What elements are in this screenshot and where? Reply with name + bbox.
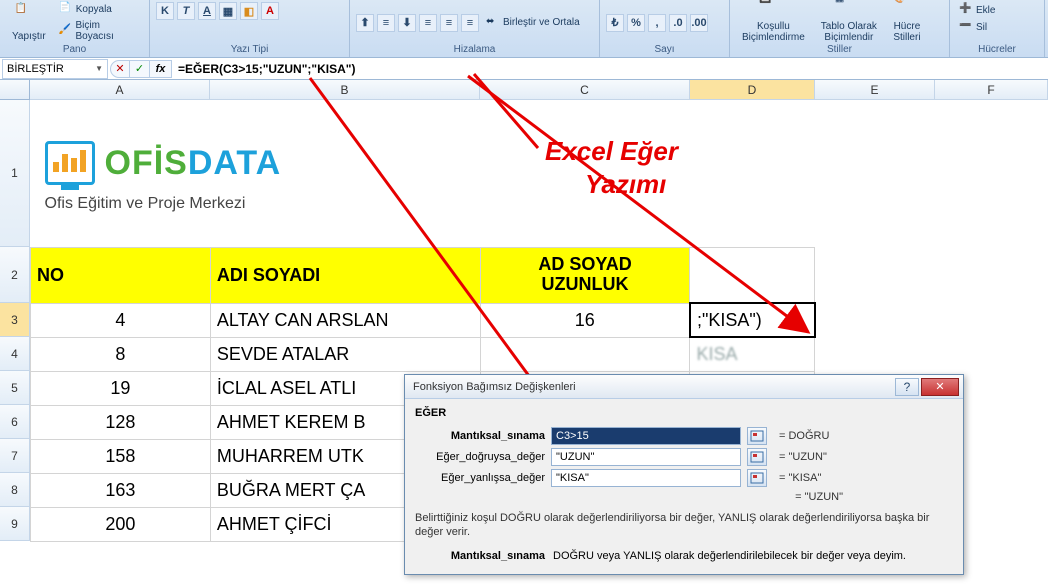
align-mid-button[interactable]: ≡ — [377, 14, 395, 32]
row-header-1[interactable]: 1 — [0, 100, 30, 247]
formula-bar: BİRLEŞTİR▼ ✕ ✓ fx =EĞER(C3>15;"UZUN";"KI… — [0, 58, 1048, 80]
logo-subtitle: Ofis Eğitim ve Proje Merkezi — [45, 195, 475, 213]
arg3-input[interactable] — [551, 469, 741, 487]
row-header-5[interactable]: 5 — [0, 371, 30, 405]
conditional-formatting-button[interactable]: 🔲Koşullu Biçimlendirme — [736, 0, 811, 43]
logo-cell: OFİSDATA Ofis Eğitim ve Proje Merkezi — [31, 100, 481, 247]
copy-button[interactable]: 📄Kopyala — [56, 1, 143, 17]
italic-button[interactable]: T — [177, 2, 195, 20]
row-header-3[interactable]: 3 — [0, 303, 30, 337]
group-label-cells: Hücreler — [954, 43, 1040, 57]
table-row: 8 SEVDE ATALAR KISA — [31, 337, 1048, 371]
row-header-2[interactable]: 2 — [0, 247, 30, 303]
argument-help: Mantıksal_sınama DOĞRU veya YANLIŞ olara… — [415, 550, 953, 562]
function-name: EĞER — [415, 407, 953, 419]
font-color-button[interactable]: A — [261, 2, 279, 20]
group-label-styles: Stiller — [734, 43, 945, 57]
percent-button[interactable]: % — [627, 14, 645, 32]
arg3-label: Eğer_yanlışsa_değer — [415, 472, 545, 484]
insert-cells-button[interactable]: ➕Ekle — [956, 2, 998, 18]
merge-icon: ⬌ — [486, 16, 500, 30]
border-button[interactable]: ▦ — [219, 2, 237, 20]
function-arguments-dialog: Fonksiyon Bağımsız Değişkenleri ? ✕ EĞER… — [404, 374, 964, 575]
comma-button[interactable]: , — [648, 14, 666, 32]
fx-icon[interactable]: fx — [150, 60, 172, 78]
brush-icon: 🖌️ — [59, 24, 73, 38]
logo-text: OFİSDATA — [105, 144, 282, 183]
arg1-range-picker[interactable] — [747, 427, 767, 445]
function-result: = "UZUN" — [795, 491, 843, 503]
align-right-button[interactable]: ≡ — [461, 14, 479, 32]
col-header-f[interactable]: F — [935, 80, 1048, 100]
arg2-input[interactable] — [551, 448, 741, 466]
arg1-input[interactable] — [551, 427, 741, 445]
chevron-down-icon: ▼ — [95, 64, 103, 73]
clipboard-icon: 📋 — [15, 3, 43, 31]
header-length[interactable]: AD SOYAD UZUNLUK — [480, 247, 690, 303]
cell-styles-button[interactable]: 🎨Hücre Stilleri — [887, 0, 927, 43]
fill-color-button[interactable]: ◧ — [240, 2, 258, 20]
row-header-8[interactable]: 8 — [0, 473, 30, 507]
logo-icon — [45, 141, 95, 185]
function-description: Belirttiğiniz koşul DOĞRU olarak değerle… — [415, 511, 953, 540]
cancel-formula-button[interactable]: ✕ — [110, 60, 130, 78]
row-header-9[interactable]: 9 — [0, 507, 30, 541]
bold-button[interactable]: K — [156, 2, 174, 20]
col-header-b[interactable]: B — [210, 80, 480, 100]
arg2-range-picker[interactable] — [747, 448, 767, 466]
align-bot-button[interactable]: ⬇ — [398, 14, 416, 32]
row-header-7[interactable]: 7 — [0, 439, 30, 473]
currency-button[interactable]: ₺ — [606, 14, 624, 32]
col-header-d[interactable]: D — [690, 80, 815, 100]
col-header-a[interactable]: A — [30, 80, 210, 100]
arg1-label: Mantıksal_sınama — [415, 430, 545, 442]
group-label-number: Sayı — [604, 43, 725, 57]
underline-button[interactable]: A — [198, 2, 216, 20]
merge-button[interactable]: ⬌Birleştir ve Ortala — [483, 15, 583, 31]
header-name[interactable]: ADI SOYADI — [210, 247, 480, 303]
help-button[interactable]: ? — [895, 378, 919, 396]
dialog-title: Fonksiyon Bağımsız Değişkenleri — [413, 381, 576, 393]
format-painter-button[interactable]: 🖌️Biçim Boyacısı — [56, 19, 143, 43]
table-row: 4 ALTAY CAN ARSLAN 16 ;"KISA") — [31, 303, 1048, 337]
align-center-button[interactable]: ≡ — [440, 14, 458, 32]
group-label-font: Yazı Tipi — [154, 43, 345, 57]
copy-icon: 📄 — [59, 2, 73, 16]
row-header-6[interactable]: 6 — [0, 405, 30, 439]
delete-icon: ➖ — [959, 20, 973, 34]
insert-icon: ➕ — [959, 3, 973, 17]
align-left-button[interactable]: ≡ — [419, 14, 437, 32]
formula-input[interactable]: =EĞER(C3>15;"UZUN";"KISA") — [172, 62, 1048, 76]
accept-formula-button[interactable]: ✓ — [130, 60, 150, 78]
align-top-button[interactable]: ⬆ — [356, 14, 374, 32]
group-label-alignment: Hizalama — [354, 43, 595, 57]
paste-button[interactable]: 📋 Yapıştır — [6, 3, 52, 42]
group-label-clipboard: Pano — [4, 43, 145, 57]
dec-decimal-button[interactable]: .00 — [690, 14, 708, 32]
format-as-table-button[interactable]: ▦Tablo Olarak Biçimlendir — [815, 0, 883, 43]
active-cell-d3[interactable]: ;"KISA") — [690, 303, 815, 337]
select-all-corner[interactable] — [0, 80, 30, 100]
delete-cells-button[interactable]: ➖Sil — [956, 19, 990, 35]
arg3-range-picker[interactable] — [747, 469, 767, 487]
col-header-c[interactable]: C — [480, 80, 690, 100]
row-header-4[interactable]: 4 — [0, 337, 30, 371]
ribbon: 📋 Yapıştır 📄Kopyala 🖌️Biçim Boyacısı Pan… — [0, 0, 1048, 58]
annotation-text: Excel Eğer Yazımı — [545, 135, 678, 200]
cond-format-icon: 🔲 — [759, 0, 787, 21]
name-box[interactable]: BİRLEŞTİR▼ — [2, 59, 108, 79]
cell-styles-icon: 🎨 — [893, 0, 921, 21]
arg2-label: Eğer_doğruysa_değer — [415, 451, 545, 463]
inc-decimal-button[interactable]: .0 — [669, 14, 687, 32]
close-button[interactable]: ✕ — [921, 378, 959, 396]
table-icon: ▦ — [835, 0, 863, 21]
header-no[interactable]: NO — [31, 247, 211, 303]
col-header-e[interactable]: E — [815, 80, 935, 100]
